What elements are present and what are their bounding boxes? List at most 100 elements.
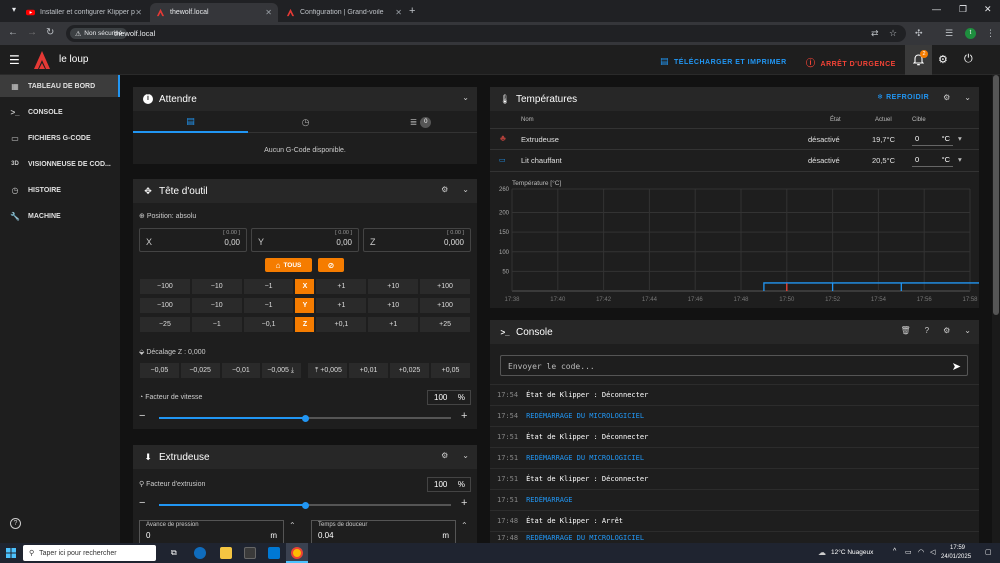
settings-icon[interactable]: ⚙ [441, 185, 448, 194]
extensions-icon[interactable]: ✣ [915, 28, 923, 39]
upload-print-button[interactable]: ▤ TÉLÉCHARGER ET IMPRIMER [660, 56, 787, 67]
help-icon[interactable]: ? [10, 518, 21, 529]
outlook-icon[interactable] [268, 547, 280, 559]
reading-list-icon[interactable]: ☰ [945, 28, 953, 39]
close-tab-icon[interactable]: ✕ [135, 8, 142, 17]
taskbar-search[interactable]: ⚲ Taper ici pour rechercher [23, 545, 156, 561]
minimize-icon[interactable]: — [932, 4, 941, 14]
browser-tab-klipper[interactable]: Installer et configurer Klipper p ✕ [20, 3, 148, 22]
trash-icon[interactable]: 🗑 [901, 326, 911, 335]
jog-button[interactable]: +100 [419, 297, 471, 314]
settings-icon[interactable]: ⚙ [943, 326, 950, 335]
jog-button[interactable]: −100 [139, 278, 191, 295]
new-tab-icon[interactable]: + [409, 5, 415, 17]
tab-search-icon[interactable]: ▾ [12, 5, 16, 14]
tray-chevron-icon[interactable]: ^ [893, 548, 896, 555]
sidebar-item-console[interactable]: >_ CONSOLE [0, 101, 120, 123]
console-message[interactable]: État de Klipper : Déconnecter [526, 391, 648, 399]
collapse-chevron-icon[interactable]: ⌄ [964, 326, 971, 335]
extruder-target-input[interactable]: 0 °C [912, 131, 953, 146]
tab-queue[interactable]: ≣ 0 [363, 111, 478, 133]
jog-button[interactable]: +100 [419, 278, 471, 295]
settings-cogs-icon[interactable]: ⚙ [938, 53, 948, 66]
edge-icon[interactable] [194, 547, 206, 559]
console-message[interactable]: REDÉMARRAGE DU MICROLOGICIEL [526, 412, 644, 420]
home-axis-button[interactable]: X [294, 278, 316, 295]
pressure-advance-input[interactable]: Avance de pression 0 m [139, 520, 284, 543]
jog-button[interactable]: +25 [419, 316, 471, 333]
z-offset-button[interactable]: +0,05 [430, 362, 471, 379]
clock-time[interactable]: 17:59 [950, 545, 965, 551]
weather-text[interactable]: 12°C Nuageux [831, 549, 873, 556]
z-offset-button[interactable]: −0,05 [139, 362, 180, 379]
close-window-icon[interactable]: ✕ [984, 4, 992, 15]
console-message[interactable]: État de Klipper : Déconnecter [526, 433, 648, 441]
console-message[interactable]: REDÉMARRAGE [526, 496, 572, 504]
volume-icon[interactable]: ◁ [930, 548, 935, 556]
profile-avatar[interactable]: t [965, 28, 976, 39]
console-command-input[interactable]: Envoyer le code... ➤ [500, 355, 968, 376]
help-icon[interactable]: ? [925, 326, 929, 335]
pressure-advance-reset-icon[interactable]: ⌃ [289, 521, 296, 530]
speed-factor-input[interactable]: 100 % [427, 390, 471, 405]
collapse-chevron-icon[interactable]: ⌄ [462, 451, 469, 460]
windows-start-icon[interactable] [6, 548, 16, 558]
file-explorer-icon[interactable] [220, 547, 232, 559]
jog-button[interactable]: +1 [367, 316, 420, 333]
z-offset-button[interactable]: +0,025 [389, 362, 430, 379]
jog-button[interactable]: −1 [242, 278, 295, 295]
browser-tab-thewolf[interactable]: thewolf.local ✕ [150, 3, 278, 22]
jog-button[interactable]: −0,1 [242, 316, 295, 333]
jog-button[interactable]: +1 [315, 278, 368, 295]
smooth-time-reset-icon[interactable]: ⌃ [461, 521, 468, 530]
emergency-stop-button[interactable]: ⓘ ARRÊT D'URGENCE [806, 56, 896, 69]
jog-button[interactable]: −25 [139, 316, 191, 333]
network-icon[interactable]: ▭ [905, 548, 912, 556]
jog-button[interactable]: +1 [315, 297, 368, 314]
send-icon[interactable]: ➤ [952, 360, 961, 373]
jog-button[interactable]: +0,1 [315, 316, 368, 333]
z-offset-button[interactable]: −0,01 [220, 362, 262, 379]
z-offset-button[interactable]: ⤒ +0,005 [307, 362, 348, 379]
settings-icon[interactable]: ⚙ [943, 93, 950, 102]
bed-target-input[interactable]: 0 °C [912, 152, 953, 167]
z-offset-button[interactable]: −0,025 [179, 362, 221, 379]
task-view-icon[interactable]: ⧉ [171, 548, 177, 558]
sidebar-item-history[interactable]: ◷ HISTOIRE [0, 179, 120, 201]
home-all-button[interactable]: ⌂ TOUS [265, 258, 312, 272]
home-axis-button[interactable]: Z [294, 316, 316, 333]
notifications-button[interactable]: 2 [905, 45, 932, 75]
tab-history[interactable]: ◷ [248, 111, 363, 133]
sidebar-item-dashboard[interactable]: ▦ TABLEAU DE BORD [0, 75, 120, 97]
power-icon[interactable]: ⏻ [964, 53, 973, 66]
address-bar[interactable]: ⚠ Non sécurisé thewolf.local ⇄ ☆ [66, 25, 906, 42]
console-message[interactable]: État de Klipper : Déconnecter [526, 475, 648, 483]
decrease-speed-icon[interactable]: − [139, 410, 145, 422]
notification-center-icon[interactable]: ▢ [985, 548, 992, 556]
cooldown-button[interactable]: ❄ REFROIDIR [877, 93, 929, 102]
translate-icon[interactable]: ⇄ [871, 28, 879, 39]
forward-icon[interactable]: → [27, 27, 37, 38]
browser-tab-config[interactable]: Configuration | Grand-voile ✕ [280, 3, 408, 22]
bookmark-star-icon[interactable]: ☆ [889, 28, 897, 39]
jog-button[interactable]: −1 [242, 297, 295, 314]
close-tab-icon[interactable]: ✕ [395, 8, 402, 17]
settings-icon[interactable]: ⚙ [441, 451, 448, 460]
collapse-chevron-icon[interactable]: ⌄ [462, 185, 469, 194]
collapse-chevron-icon[interactable]: ⌄ [964, 93, 971, 102]
decrease-flow-icon[interactable]: − [139, 497, 145, 509]
increase-flow-icon[interactable]: + [461, 497, 467, 509]
close-tab-icon[interactable]: ✕ [265, 8, 272, 17]
reload-icon[interactable]: ↻ [46, 27, 54, 38]
store-icon[interactable] [244, 547, 256, 559]
home-axis-button[interactable]: Y [294, 297, 316, 314]
flow-factor-input[interactable]: 100 % [427, 477, 471, 492]
clock-date[interactable]: 24/01/2025 [941, 554, 971, 560]
console-message[interactable]: REDÉMARRAGE DU MICROLOGICIEL [526, 534, 644, 542]
sidebar-item-gcode-viewer[interactable]: 3D VISIONNEUSE DE COD... [0, 153, 120, 175]
smooth-time-input[interactable]: Temps de douceur 0.04 m [311, 520, 456, 543]
flow-slider-handle[interactable] [301, 502, 309, 509]
increase-speed-icon[interactable]: + [461, 410, 467, 422]
jog-button[interactable]: +10 [367, 278, 420, 295]
console-message[interactable]: REDÉMARRAGE DU MICROLOGICIEL [526, 454, 644, 462]
